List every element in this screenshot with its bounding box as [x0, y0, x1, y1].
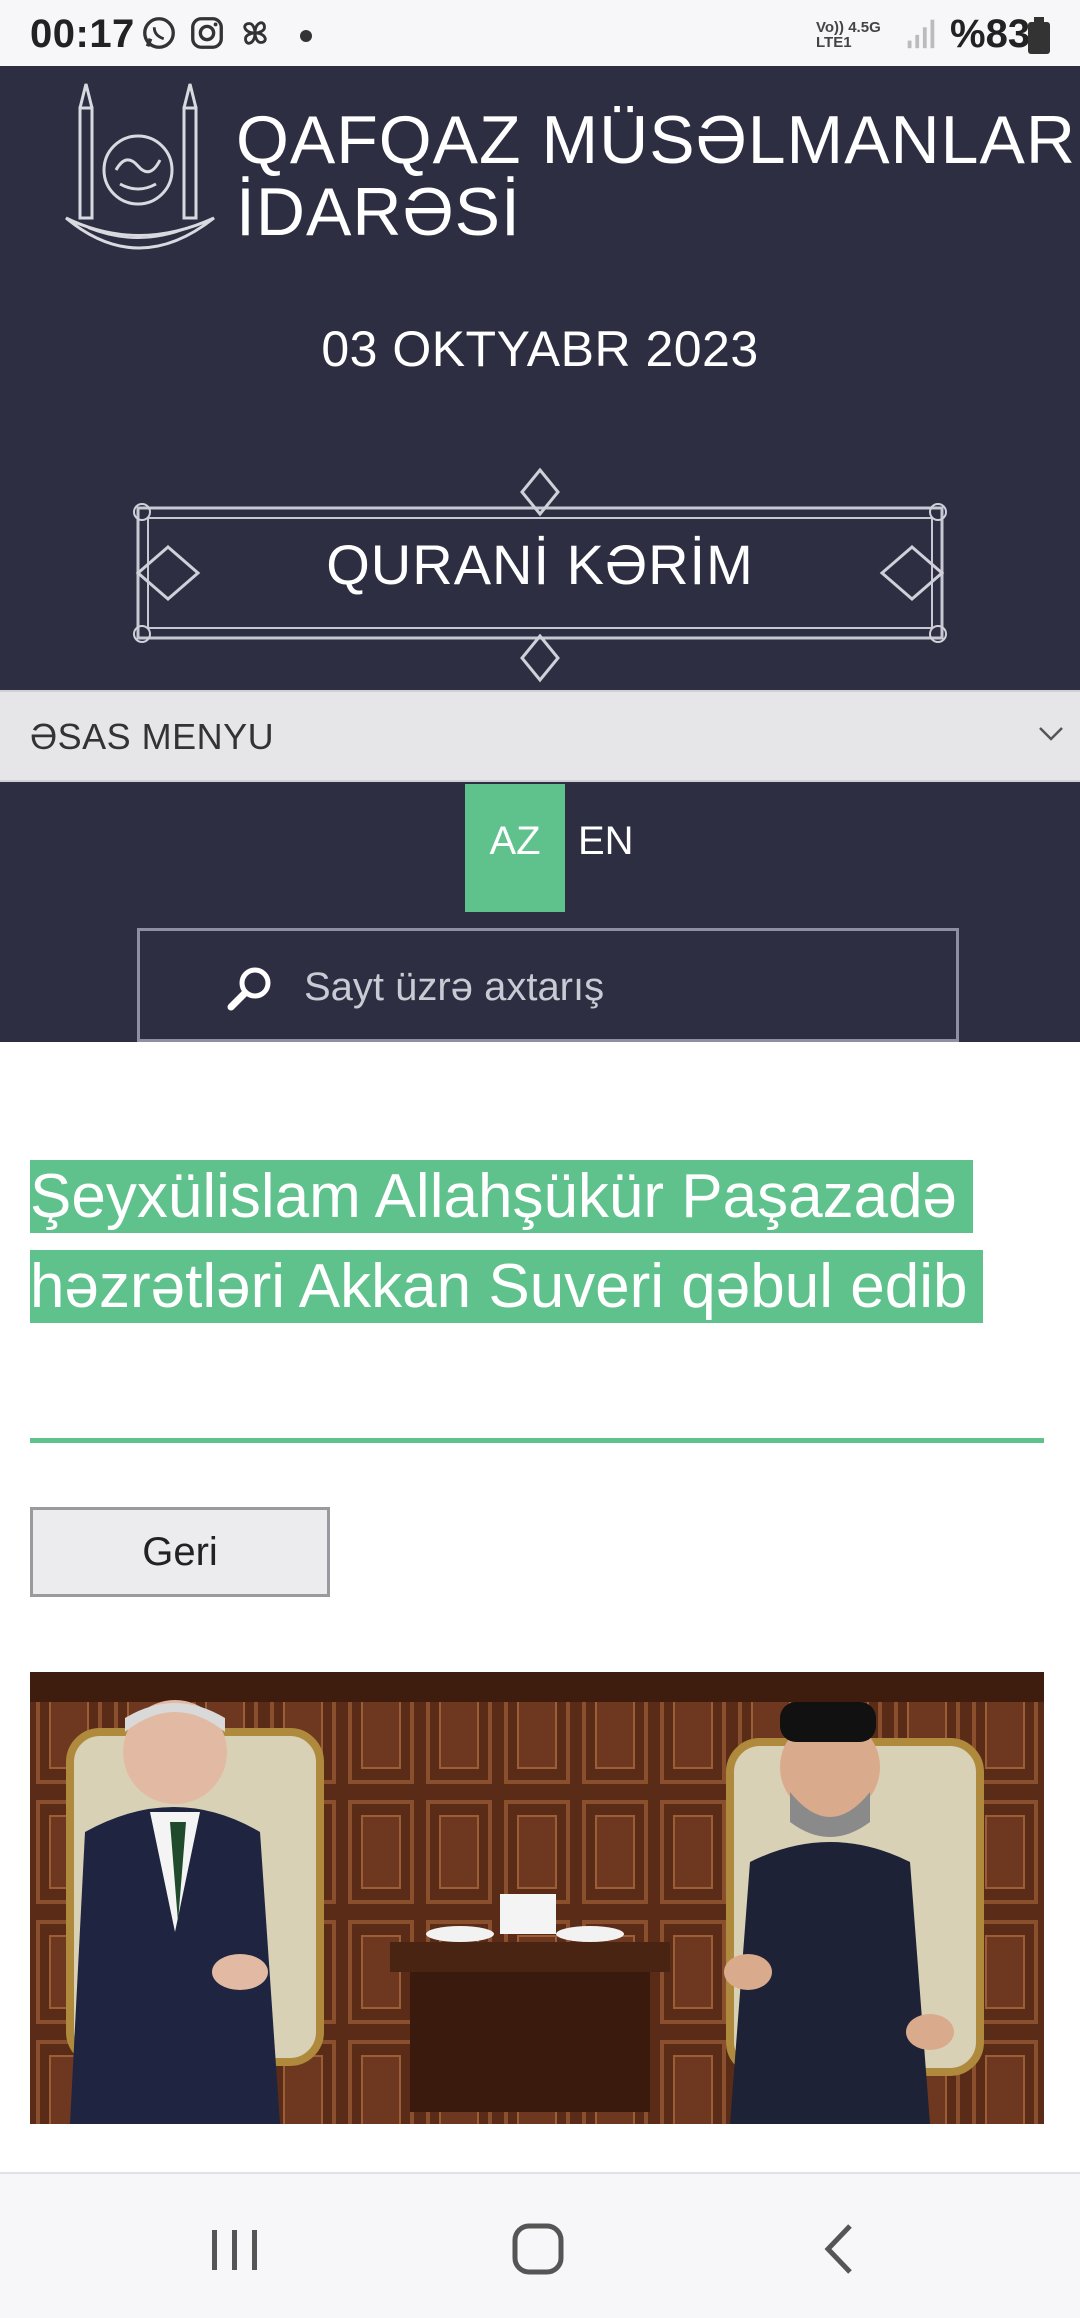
quran-link[interactable]: QURANİ KƏRİM: [128, 460, 952, 690]
status-time: 00:17: [30, 12, 135, 56]
whatsapp-icon: [143, 17, 175, 49]
home-icon[interactable]: [503, 2214, 573, 2284]
network-label: Vo)) 4.5G LTE1: [816, 19, 881, 51]
search-box[interactable]: [137, 928, 959, 1042]
article-title: Şeyxülislam Allahşükür Paşazadə həzrətlə…: [30, 1152, 1044, 1332]
quran-link-label: QURANİ KƏRİM: [326, 533, 754, 596]
search-input[interactable]: [302, 949, 926, 1025]
language-az[interactable]: AZ: [465, 784, 565, 912]
title-underline: [30, 1438, 1044, 1443]
battery-percent: %83: [950, 12, 1031, 56]
signal-icon: [907, 19, 935, 49]
site-logo[interactable]: [58, 78, 228, 263]
back-icon[interactable]: [806, 2214, 876, 2284]
back-button[interactable]: Geri: [30, 1507, 330, 1597]
current-date: 03 OKTYABR 2023: [321, 321, 759, 377]
language-en[interactable]: EN: [578, 784, 634, 912]
recent-apps-icon[interactable]: [200, 2214, 270, 2284]
battery-icon: [1028, 17, 1050, 54]
notification-dot: [300, 30, 312, 42]
status-bar: 00:17 Vo)) 4.5G LTE1 %83: [0, 0, 1080, 66]
article-photo[interactable]: [30, 1672, 1044, 2124]
main-menu-label: ƏSAS MENYU: [30, 716, 275, 757]
instagram-icon: [191, 17, 223, 49]
main-menu-toggle[interactable]: ƏSAS MENYU: [0, 690, 1080, 782]
site-name[interactable]: QAFQAZ MÜSƏLMANLARI İDARƏSİ: [236, 104, 1080, 248]
language-search-area: AZ EN: [0, 782, 1080, 1042]
site-header: QAFQAZ MÜSƏLMANLARI İDARƏSİ 03 OKTYABR 2…: [0, 66, 1080, 690]
chevron-down-icon: [1039, 727, 1063, 741]
pinwheel-icon: [243, 21, 267, 45]
system-nav-bar: [0, 2172, 1080, 2318]
search-icon[interactable]: [225, 963, 275, 1013]
